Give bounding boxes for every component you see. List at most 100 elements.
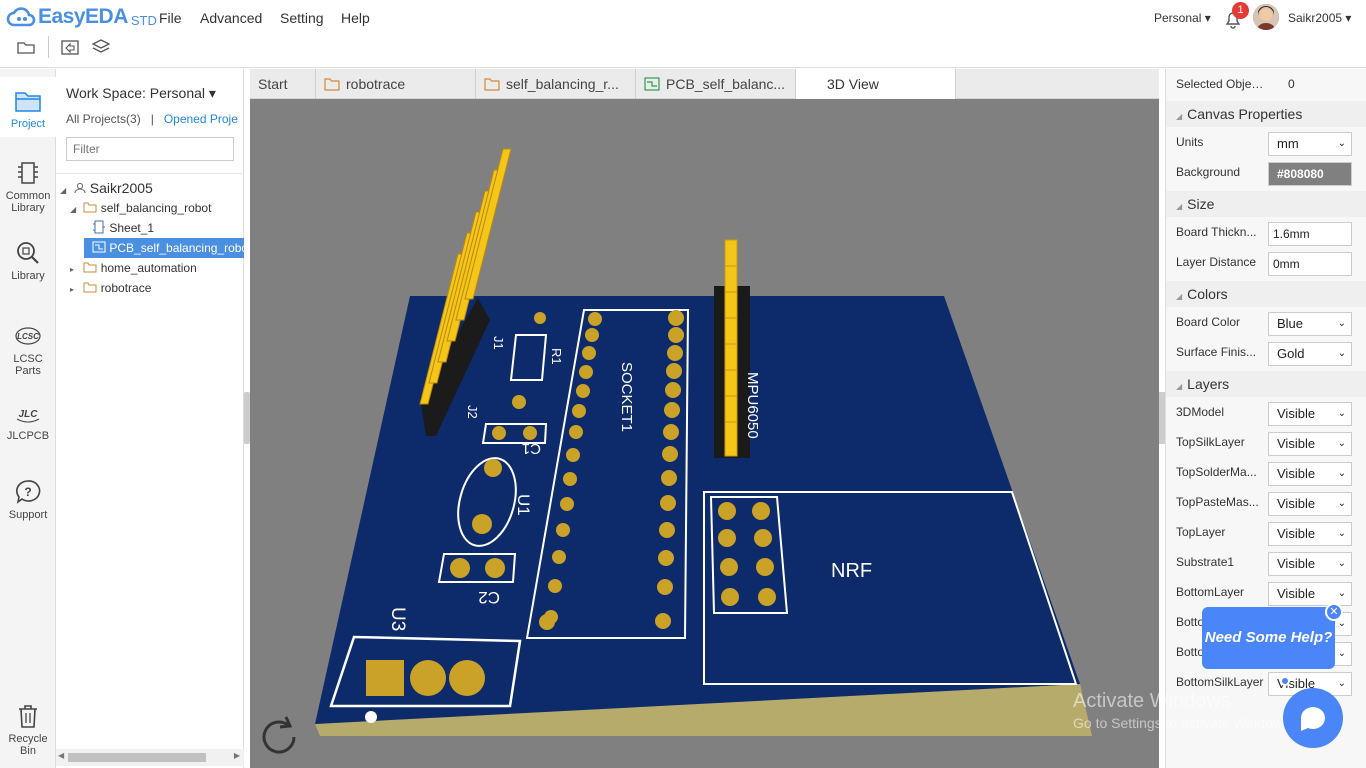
pcb-3d-render[interactable]: J1 J2 R1 C1 U1 C2 U3 SOCKET1 MPU6050 NRF [250,99,1159,768]
silk-c2: C2 [478,588,500,607]
pcb-icon [92,241,106,253]
left-nav: Project Common Library Library LCSC LCSC… [0,69,56,768]
c1-pad [492,426,506,440]
tree-project-self-balancing[interactable]: ◢ self_balancing_robot [70,198,211,218]
menu-advanced[interactable]: Advanced [200,10,262,26]
chevron-down-icon: ⌄ [1337,558,1346,569]
filter-input[interactable] [66,137,234,161]
background-color-input[interactable]: #808080 [1268,162,1352,186]
project-panel: Work Space: Personal ▾ All Projects(3) | O… [56,69,244,768]
socket-pad [668,310,684,326]
socket-pad [659,522,675,538]
help-close-button[interactable]: ✕ [1325,603,1343,621]
menu-file[interactable]: File [159,10,182,26]
selected-objects-count: 0 [1288,77,1295,91]
nrf-pad [758,588,776,606]
user-menu[interactable]: Saikr2005 ▾ [1288,11,1351,25]
board-color-select[interactable]: Blue ⌄ [1268,312,1352,336]
rotate-view-icon[interactable] [256,713,304,761]
nav-common-library[interactable]: Common Library [0,159,56,214]
windows-watermark-title: Activate Windows [1073,690,1231,712]
layer-visibility-value: Visible [1277,436,1316,451]
layer-visibility-value: Visible [1277,556,1316,571]
scroll-right-icon[interactable]: ▶ [234,751,240,760]
nav-lcsc-parts[interactable]: LCSC LCSC Parts [0,322,56,377]
layer-visibility-select[interactable]: Visible ⌄ [1268,552,1352,576]
layer-name: BottomSilkLayer [1176,675,1264,689]
u3-pad [449,660,485,696]
nav-common-library-label: Common Library [5,190,51,214]
nav-support[interactable]: ? Support [0,478,56,521]
svg-text:?: ? [24,485,31,499]
section-colors[interactable]: ◢ Colors [1166,281,1366,307]
nav-lcsc-label: LCSC Parts [13,353,43,377]
tree-project-robotrace[interactable]: ▸ robotrace [70,278,151,298]
nav-project[interactable]: Project [0,77,56,137]
layers-icon[interactable] [91,38,111,56]
avatar[interactable] [1253,4,1279,30]
tree-owner[interactable]: ◢ Saikr2005 [60,178,153,198]
layer-visibility-select[interactable]: Visible ⌄ [1268,492,1352,516]
tab-start[interactable]: Start [250,69,316,99]
board-color-label: Board Color [1176,315,1241,329]
section-layers[interactable]: ◢ Layers [1166,371,1366,397]
folder-icon[interactable] [16,38,36,56]
layer-visibility-select[interactable]: Visible ⌄ [1268,462,1352,486]
tree-pcb-label: PCB_self_balancing_robot [109,241,244,255]
socket-pad [569,425,583,439]
layer-visibility-select[interactable]: Visible ⌄ [1268,582,1352,606]
tab-pcb[interactable]: PCB_self_balanc... [636,69,796,99]
help-bubble[interactable]: Need Some Help? [1202,607,1335,669]
c2-pad [485,558,505,578]
surface-finish-value: Gold [1277,346,1305,361]
nav-jlcpcb-label: JLCPCB [6,430,50,442]
nav-recycle-bin[interactable]: Recycle Bin [0,702,56,757]
tree-project-home-automation[interactable]: ▸ home_automation [70,258,197,278]
brand-name: EasyEDA [38,5,128,28]
layer-visibility-select[interactable]: Visible ⌄ [1268,522,1352,546]
section-canvas-properties[interactable]: ◢ Canvas Properties [1166,101,1366,127]
tree-pcb-selected[interactable]: PCB_self_balancing_robot [84,238,244,258]
surface-finish-label: Surface Finis... [1176,345,1257,359]
menu-setting[interactable]: Setting [280,10,324,26]
nav-library[interactable]: Library [0,239,56,282]
workspace-label: Work Space: Personal [66,85,206,101]
socket-pad [663,424,679,440]
scroll-left-icon[interactable]: ◀ [58,751,64,760]
menu-help[interactable]: Help [341,10,370,26]
layer-visibility-select[interactable]: Visible ⌄ [1268,432,1352,456]
layer-visibility-value: Visible [1277,466,1316,481]
all-projects-tab[interactable]: All Projects(3) [66,112,141,126]
user-icon [74,182,86,194]
workspace-switch[interactable]: Personal ▾ [1154,11,1211,25]
tab-separator: | [150,112,154,126]
tab-robotrace[interactable]: robotrace [316,69,476,99]
chat-button[interactable] [1283,688,1343,748]
workspace-selector[interactable]: Work Space: Personal ▾ [66,85,216,102]
u1-pad [472,514,492,534]
nav-jlcpcb[interactable]: JLC JLCPCB [0,399,56,442]
brand-edition: STD [130,12,157,28]
scrollbar-thumb[interactable] [68,753,206,762]
layer-distance-input[interactable]: 0mm [1268,252,1352,276]
layer-distance-value: 0mm [1273,257,1300,271]
opened-projects-tab[interactable]: Opened Proje [164,112,238,126]
thickness-input[interactable]: 1.6mm [1268,222,1352,246]
chevron-down-icon: ⌄ [1337,468,1346,479]
layer-visibility-select[interactable]: Visible ⌄ [1268,402,1352,426]
surface-finish-select[interactable]: Gold ⌄ [1268,342,1352,366]
horizontal-scrollbar[interactable]: ◀ ▶ [56,749,244,766]
tree-sheet[interactable]: Sheet_1 [92,218,154,238]
units-select[interactable]: mm ⌄ [1268,132,1352,156]
expanded-triangle-icon: ◢ [70,205,77,214]
logo[interactable]: EasyEDA STD [6,4,157,30]
tab-self-balancing[interactable]: self_balancing_r... [476,69,636,99]
nrf-pad [718,529,736,547]
3d-view-canvas[interactable]: J1 J2 R1 C1 U1 C2 U3 SOCKET1 MPU6050 NRF [250,99,1159,768]
tab-3d-view[interactable]: 3D View [796,69,956,99]
section-size[interactable]: ◢ Size [1166,191,1366,217]
back-to-project-icon[interactable] [60,38,80,56]
tab-3d-view-label: 3D View [827,76,879,92]
expanded-triangle-icon: ◢ [1176,292,1183,301]
tab-self-balancing-label: self_balancing_r... [506,76,619,92]
